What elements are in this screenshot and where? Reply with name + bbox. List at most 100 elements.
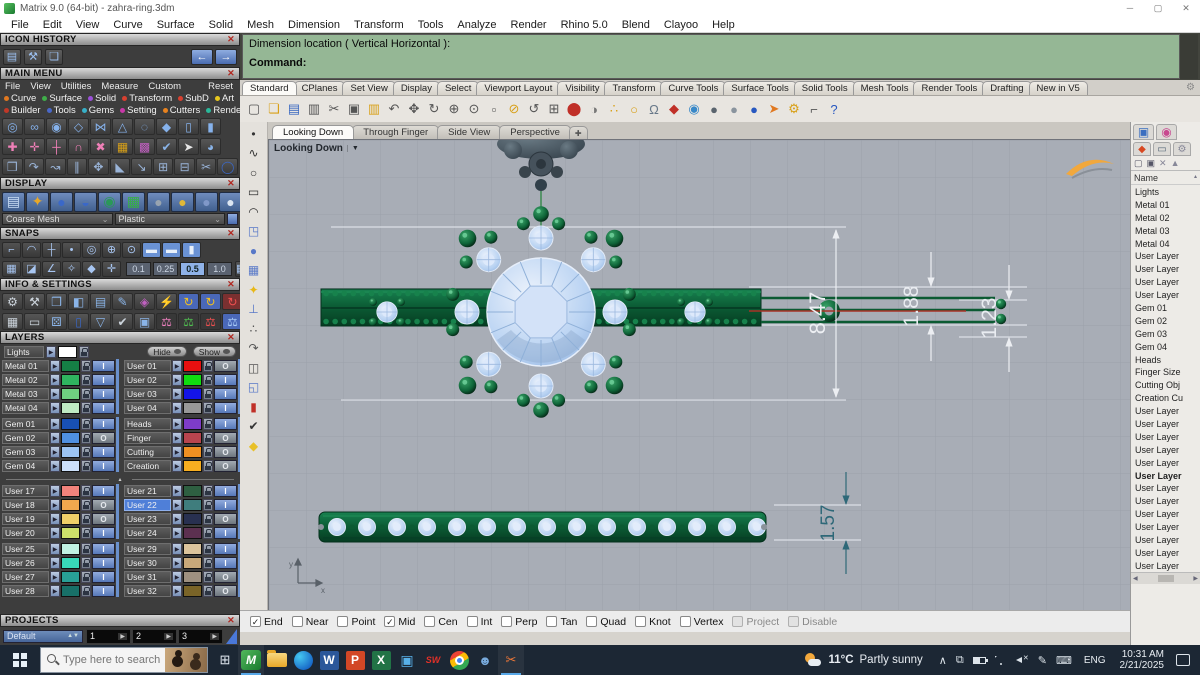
layer-list-item[interactable]: User Layer xyxy=(1135,289,1192,302)
surface-tool-icon[interactable]: ◳ xyxy=(248,224,259,239)
layer-name-button[interactable]: Metal 04 xyxy=(2,401,49,414)
layer-color-swatch[interactable] xyxy=(61,459,80,472)
viewport-canvas[interactable]: 8.47 1.88 1.23 1.57 y x Looking Down ▼ xyxy=(268,139,1131,611)
display-mode-icon[interactable]: ▭ xyxy=(24,313,45,330)
taskbar-weather[interactable]: 11°C Partly sunny xyxy=(804,652,923,668)
update-gems-icon[interactable]: ⚡ xyxy=(156,293,177,310)
color-panel-tab[interactable]: ◉ xyxy=(1156,124,1177,140)
osnap-option[interactable]: Knot xyxy=(635,616,671,628)
layer-name-button[interactable]: User 04 xyxy=(124,401,171,414)
layer-color-swatch[interactable] xyxy=(61,431,80,444)
layer-lock-icon[interactable] xyxy=(81,359,91,372)
layer-list-item[interactable]: User Layer xyxy=(1135,495,1192,508)
screen-snip-icon[interactable]: ⧉ xyxy=(956,654,964,667)
excel-app[interactable]: X xyxy=(368,645,394,675)
project-select[interactable]: Default ▲▼ xyxy=(3,629,83,643)
snap-toggle-icon[interactable]: ▮ xyxy=(182,241,201,258)
layer-list-item[interactable]: User Layer xyxy=(1135,418,1192,431)
layer-lock-icon[interactable] xyxy=(203,542,213,555)
snap-tan-icon[interactable]: ▬ xyxy=(142,241,161,258)
checkbox-icon[interactable] xyxy=(501,616,513,627)
checkbox-icon[interactable] xyxy=(679,616,691,627)
layer-list-item[interactable]: Metal 04 xyxy=(1135,238,1192,251)
checkbox-icon[interactable] xyxy=(466,616,478,627)
weight-red-icon[interactable]: ⚖ xyxy=(200,313,221,330)
layer-color-swatch[interactable] xyxy=(183,459,202,472)
layer-visibility-toggle[interactable] xyxy=(92,556,115,569)
layer-color-swatch[interactable] xyxy=(61,526,80,539)
points-tool-icon[interactable]: ∴ xyxy=(250,321,258,336)
layer-name-button[interactable]: Metal 03 xyxy=(2,387,49,400)
menu-item[interactable]: Render xyxy=(504,19,554,31)
layer-name-button[interactable]: Finger xyxy=(124,431,171,444)
menu-item[interactable]: Surface xyxy=(150,19,202,31)
open-library-icon[interactable]: ❏ xyxy=(45,48,63,65)
layer-color-swatch[interactable] xyxy=(61,570,80,583)
snap-end-icon[interactable]: ⌐ xyxy=(2,241,21,258)
layer-visibility-toggle[interactable] xyxy=(92,431,115,444)
undo-icon[interactable]: ↶ xyxy=(385,99,403,119)
filter-icon[interactable]: ▽ xyxy=(90,313,111,330)
layer-list-item[interactable]: User Layer xyxy=(1135,444,1192,457)
matrix-app[interactable]: M xyxy=(238,645,264,675)
layer-color-swatch[interactable] xyxy=(61,512,80,525)
sphere-gray-icon[interactable]: ● xyxy=(705,99,723,119)
add-point-icon[interactable]: ✚ xyxy=(2,138,23,155)
osnap-option[interactable]: Vertex xyxy=(679,616,723,628)
layer-flyout-icon[interactable]: ▶ xyxy=(50,584,60,597)
render-view-icon[interactable]: ◉ xyxy=(98,191,121,212)
osnap-settings-icon[interactable]: ✧ xyxy=(62,260,81,277)
page-arrow-icon[interactable]: ▶ xyxy=(210,632,219,640)
layer-lock-icon[interactable] xyxy=(203,387,213,400)
layer-lock-icon[interactable] xyxy=(203,445,213,458)
layer-flyout-icon[interactable]: ▶ xyxy=(172,445,182,458)
layer-color-swatch[interactable] xyxy=(183,556,202,569)
swap-icon[interactable]: ▩ xyxy=(134,138,155,155)
layer-flyout-icon[interactable]: ▶ xyxy=(50,542,60,555)
checkbox-icon[interactable] xyxy=(250,616,261,627)
layer-color-swatch[interactable] xyxy=(183,484,202,497)
layer-color-swatch[interactable] xyxy=(61,359,80,372)
knot-icon[interactable]: ✖ xyxy=(90,138,111,155)
curve-tool-icon[interactable]: ∿ xyxy=(248,146,258,161)
solidworks-app[interactable]: SW xyxy=(420,645,446,675)
toolbar-tab[interactable]: Select xyxy=(436,81,480,95)
material-blue-icon[interactable]: ● xyxy=(195,191,218,212)
touch-keyboard-icon[interactable]: ⌨ xyxy=(1056,654,1072,667)
layer-list-item[interactable]: User Layer xyxy=(1135,482,1192,495)
osnap-option[interactable]: Mid xyxy=(384,616,415,628)
layer-visibility-toggle[interactable] xyxy=(92,359,115,372)
layer-visibility-toggle[interactable] xyxy=(92,498,115,511)
osnap-option[interactable]: Int xyxy=(466,616,492,628)
category-item[interactable]: Surface xyxy=(42,93,82,104)
gemvision-shield-icon[interactable]: ◆ xyxy=(665,99,683,119)
layer-lock-icon[interactable] xyxy=(203,359,213,372)
layer-name-button[interactable]: User 01 xyxy=(124,359,171,372)
edit-grid-icon[interactable]: ▦ xyxy=(112,138,133,155)
layer-color-swatch[interactable] xyxy=(61,387,80,400)
display-panel-tab[interactable]: ▭ xyxy=(1153,142,1171,156)
layer-visibility-toggle[interactable] xyxy=(92,387,115,400)
layer-color-swatch[interactable] xyxy=(183,373,202,386)
layer-name-button[interactable]: User 20 xyxy=(2,526,49,539)
category-item[interactable]: Gems xyxy=(81,105,114,116)
cube-info-icon[interactable]: ◧ xyxy=(68,293,89,310)
check-tool-icon[interactable]: ✔ xyxy=(248,419,258,434)
panel-icon[interactable]: ▣ xyxy=(134,313,155,330)
horizontal-scrollbar[interactable]: ◀ ▶ xyxy=(1131,573,1200,584)
layer-flyout-icon[interactable]: ▶ xyxy=(50,526,60,539)
layer-color-swatch[interactable] xyxy=(61,401,80,414)
notification-center-icon[interactable] xyxy=(1176,654,1190,666)
align-icon[interactable]: ⊟ xyxy=(174,158,195,175)
layer-list-item[interactable]: Finger Size xyxy=(1135,366,1192,379)
layer-color-swatch[interactable] xyxy=(61,584,80,597)
curve-blend-icon[interactable]: ↝ xyxy=(45,158,66,175)
layer-lock-icon[interactable] xyxy=(203,459,213,472)
viewport-label[interactable]: Looking Down ▼ xyxy=(274,143,359,154)
layer-visibility-toggle[interactable] xyxy=(214,445,237,458)
search-input[interactable] xyxy=(63,654,161,666)
layer-visibility-toggle[interactable] xyxy=(214,556,237,569)
menu-item[interactable]: File xyxy=(4,19,36,31)
section-tool-icon[interactable]: ⊥ xyxy=(248,302,258,317)
add-node-icon[interactable]: ✛ xyxy=(24,138,45,155)
